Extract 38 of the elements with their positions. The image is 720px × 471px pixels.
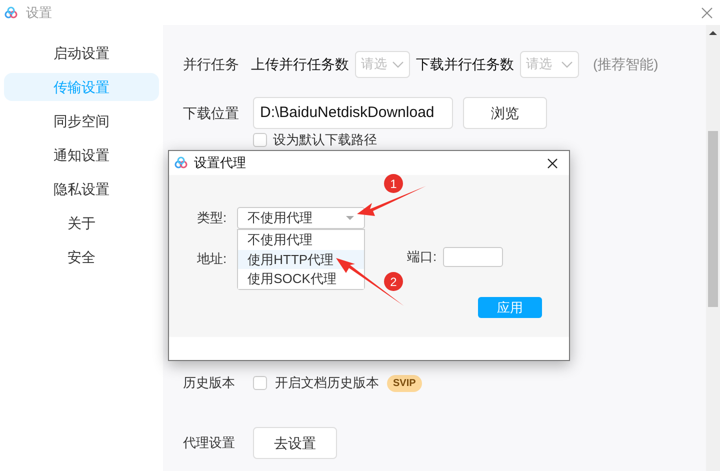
close-icon[interactable] [547,158,558,168]
type-label: 类型: [197,209,227,227]
app-logo-icon [4,6,18,20]
field-label: 下载并行任务数 [416,54,514,74]
port-label: 端口: [407,248,437,266]
browse-button[interactable]: 浏览 [463,97,547,129]
hint-text: (推荐智能) [593,54,658,74]
checkbox[interactable] [253,133,267,147]
dropdown-arrow-icon [346,216,354,220]
sidebar-item[interactable]: 通知设置 [4,141,159,169]
row-label: 代理设置 [183,434,236,452]
field-label: 上传并行任务数 [251,54,349,74]
sidebar-item[interactable]: 同步空间 [4,107,159,135]
dialog-logo-icon [174,156,188,170]
path-field[interactable]: D:\BaiduNetdiskDownload [253,97,453,129]
go-settings-button[interactable]: 去设置 [253,427,337,459]
sidebar-item[interactable]: 关于 [4,209,159,237]
svip-badge: SVIP [387,374,422,392]
chevron-down-icon [392,60,404,68]
annotation-arrow [357,186,426,216]
checkbox-label: 开启文档历史版本 [275,374,379,392]
scrollbar[interactable] [706,25,720,471]
type-select[interactable]: 不使用代理 [236,207,365,229]
checkbox-label: 设为默认下载路径 [273,133,377,147]
port-field[interactable] [442,247,503,267]
row-label: 下载位置 [183,104,240,122]
row-label: 历史版本 [183,374,236,392]
window-title: 设置 [26,4,52,22]
address-label: 地址: [197,250,227,268]
dialog-title: 设置代理 [194,154,246,172]
sidebar-item[interactable]: 安全 [4,243,159,271]
row-label: 并行任务 [183,54,240,74]
chevron-down-icon [561,60,573,68]
dropdown-option[interactable]: 使用HTTP代理 [238,250,364,269]
annotation-arrow [336,258,404,306]
checkbox[interactable] [253,376,267,390]
sidebar-item[interactable]: 隐私设置 [4,175,159,203]
sidebar-item[interactable]: 启动设置 [4,39,159,67]
